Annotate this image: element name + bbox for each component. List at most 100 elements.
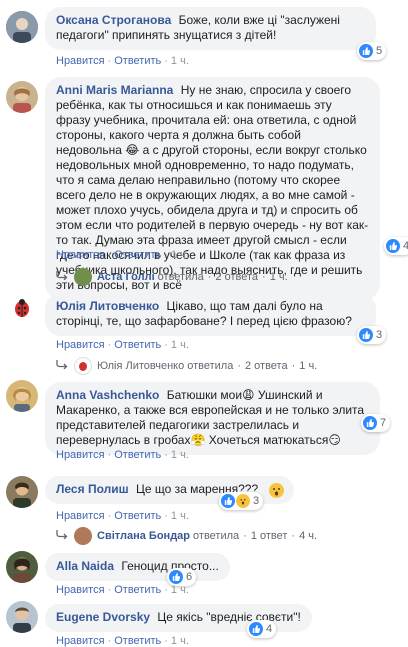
reaction-count[interactable]: 3	[357, 326, 387, 344]
dot: ·	[291, 360, 296, 372]
reaction-count[interactable]: 4	[247, 620, 277, 638]
comment-time[interactable]: 1 ч.	[171, 584, 189, 596]
comment-time[interactable]: 1 ч.	[171, 449, 189, 461]
reply-time: 1 ч.	[299, 360, 318, 372]
comment-actions: Нравится · Ответить · 1 ч.	[56, 635, 189, 647]
replier-avatar	[74, 268, 92, 286]
dot: ·	[262, 271, 266, 283]
dot: ·	[164, 249, 168, 261]
like-link[interactable]: Нравится	[56, 510, 105, 522]
comment-bubble: Anni Maris Marianna Ну не знаю, спросила…	[45, 77, 380, 300]
commenter-name[interactable]: Eugene Dvorsky	[56, 610, 150, 624]
like-link[interactable]: Нравится	[56, 449, 105, 461]
replier-name: Аста Голлі	[97, 271, 155, 283]
comment-time[interactable]: 1 ч.	[171, 55, 189, 67]
comment: Anni Maris Marianna Ну не знаю, спросила…	[0, 75, 408, 300]
reaction-count[interactable]: 7	[361, 414, 391, 432]
reply-link[interactable]: Ответить	[114, 635, 161, 647]
dot: ·	[107, 55, 112, 67]
wow-reaction-icon	[236, 494, 250, 508]
comment: Eugene Dvorsky Це якісь "вредніє совєти"…	[0, 600, 408, 647]
reply-link[interactable]: Ответить	[114, 55, 161, 67]
reply-count: 1 ответ	[250, 530, 288, 542]
reaction-count[interactable]: 5	[357, 42, 387, 60]
reply-arrow-icon	[56, 271, 68, 283]
reply-link[interactable]: Ответить	[114, 449, 161, 461]
like-reaction-icon	[359, 328, 373, 342]
comment-bubble: Юлія Литовченко Цікаво, що там далі було…	[45, 293, 376, 336]
reaction-count[interactable]: 3	[219, 492, 264, 510]
comment-actions: Нравится · Ответить · 1 ч.	[56, 249, 189, 261]
comment-time[interactable]: 1 ч.	[171, 339, 189, 351]
replier-name: Світлана Бондар	[97, 530, 191, 542]
commenter-name[interactable]: Юлія Литовченко	[56, 299, 159, 313]
comment: Юлія Литовченко Цікаво, що там далі було…	[0, 293, 408, 378]
like-link[interactable]: Нравится	[56, 584, 105, 596]
replier-avatar	[74, 357, 92, 375]
comment: Леся Полиш Це що за марення??? 3 Нравитс…	[0, 470, 408, 545]
dot: ·	[291, 530, 296, 542]
reply-link[interactable]: Ответить	[114, 584, 161, 596]
like-link[interactable]: Нравится	[56, 249, 105, 261]
comment-text: Це якісь "вредніє совєти"!	[157, 610, 301, 624]
avatar[interactable]	[6, 81, 38, 113]
dot: ·	[243, 530, 247, 542]
reaction-number: 4	[266, 623, 273, 635]
avatar[interactable]	[6, 476, 38, 508]
dot: ·	[107, 449, 112, 461]
avatar[interactable]	[8, 294, 36, 322]
reaction-number: 3	[253, 495, 260, 507]
comment-actions: Нравится · Ответить · 1 ч.	[56, 55, 189, 67]
like-reaction-icon	[169, 570, 183, 584]
like-reaction-icon	[221, 494, 235, 508]
commenter-name[interactable]: Anni Maris Marianna	[56, 83, 173, 97]
avatar[interactable]	[6, 551, 38, 583]
replied-verb: ответила	[187, 360, 234, 372]
like-reaction-icon	[363, 416, 377, 430]
dot: ·	[164, 584, 168, 596]
avatar[interactable]	[6, 380, 38, 412]
reaction-number: 5	[376, 45, 383, 57]
reply-link[interactable]: Ответить	[114, 339, 161, 351]
view-replies-link[interactable]: Аста Голлі ответила · 2 ответа · 1 ч.	[56, 268, 288, 286]
reply-arrow-icon	[56, 530, 68, 542]
dot: ·	[164, 510, 168, 522]
comment-bubble: Alla Naida Геноцид просто...	[45, 553, 230, 581]
commenter-name[interactable]: Леся Полиш	[56, 482, 129, 496]
dot: ·	[107, 635, 112, 647]
reply-count: 2 ответа	[215, 271, 259, 283]
comment-actions: Нравится · Ответить · 1 ч.	[56, 339, 189, 351]
reaction-number: 4	[403, 240, 408, 252]
comment-time[interactable]: 1 ч.	[171, 249, 189, 261]
reply-link[interactable]: Ответить	[114, 510, 161, 522]
reaction-count[interactable]: 4	[384, 237, 408, 255]
reaction-number: 7	[380, 417, 387, 429]
reply-link[interactable]: Ответить	[114, 249, 161, 261]
view-replies-link[interactable]: Юлія Литовченко ответила · 2 ответа · 1 ч.	[56, 357, 317, 375]
dot: ·	[107, 339, 112, 351]
view-replies-link[interactable]: Світлана Бондар ответила · 1 ответ · 4 ч.	[56, 527, 317, 545]
reply-count: 2 ответа	[245, 360, 288, 372]
surprised-emoji-icon	[269, 483, 285, 498]
commenter-name[interactable]: Оксана Строганова	[56, 13, 171, 27]
commenter-name[interactable]: Anna Vashchenko	[56, 388, 159, 402]
dot: ·	[207, 271, 212, 283]
avatar[interactable]	[6, 11, 38, 43]
like-reaction-icon	[359, 44, 373, 58]
comment-time[interactable]: 1 ч.	[171, 510, 189, 522]
dot: ·	[164, 339, 168, 351]
dot: ·	[107, 249, 112, 261]
comment-actions: Нравится · Ответить · 1 ч.	[56, 449, 189, 461]
replier-avatar	[74, 527, 92, 545]
dot: ·	[237, 360, 241, 372]
like-link[interactable]: Нравится	[56, 339, 105, 351]
like-link[interactable]: Нравится	[56, 55, 105, 67]
comment-time[interactable]: 1 ч.	[171, 635, 189, 647]
commenter-name[interactable]: Alla Naida	[56, 559, 114, 573]
avatar[interactable]	[6, 601, 38, 633]
like-link[interactable]: Нравится	[56, 635, 105, 647]
comment-actions: Нравится · Ответить · 1 ч.	[56, 510, 189, 522]
dot: ·	[164, 55, 168, 67]
reply-time: 1 ч.	[269, 271, 288, 283]
comment: Оксана Строганова Боже, коли вже ці "зас…	[0, 0, 408, 75]
